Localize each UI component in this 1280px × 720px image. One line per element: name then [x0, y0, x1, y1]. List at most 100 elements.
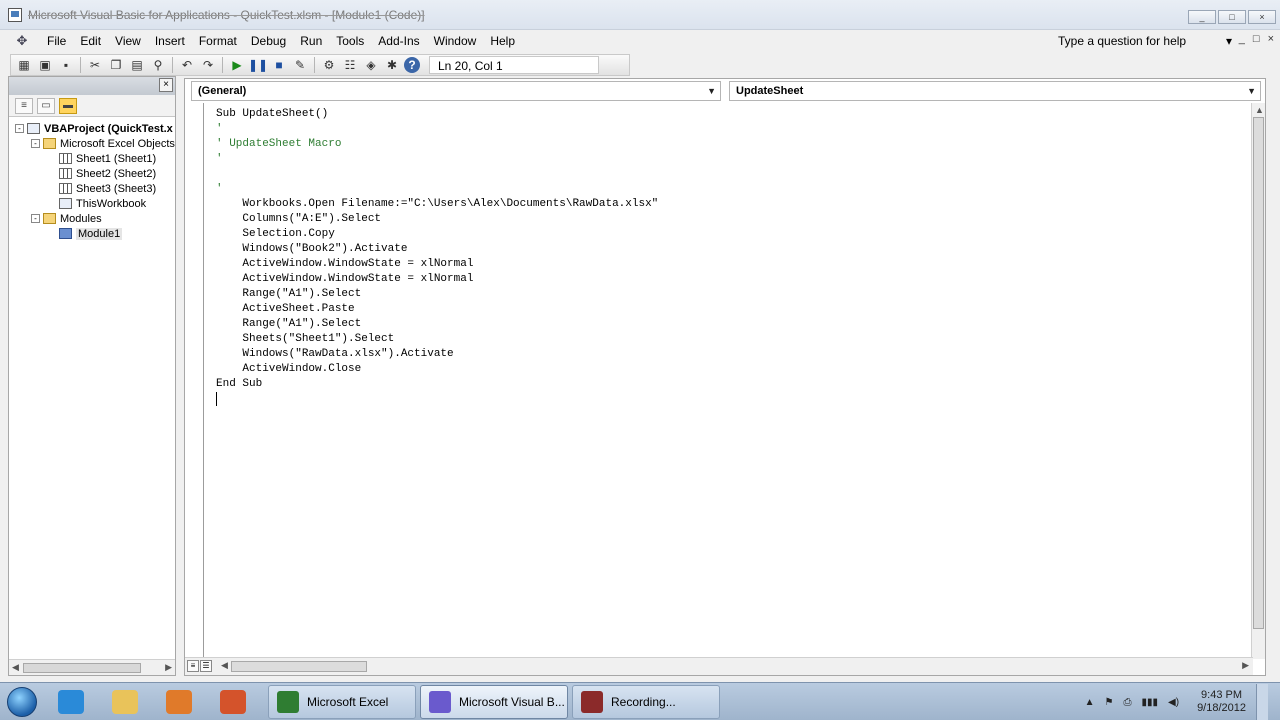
vba-menu-icon[interactable]: ✥ — [12, 33, 32, 49]
scroll-right-icon[interactable]: ▶ — [1242, 660, 1249, 671]
clock[interactable]: 9:43 PM 9/18/2012 — [1197, 689, 1246, 715]
toggle-folders-icon[interactable]: ▬ — [59, 97, 77, 114]
code-line[interactable]: End Sub — [216, 377, 1253, 392]
tree-node[interactable]: ThisWorkbook — [9, 196, 175, 211]
code-line[interactable]: Sheets("Sheet1").Select — [216, 332, 1253, 347]
full-module-view-icon[interactable]: ☰ — [200, 660, 212, 672]
chevron-down-icon[interactable]: ▾ — [1226, 34, 1232, 48]
menu-debug[interactable]: Debug — [244, 34, 293, 48]
pinned-app[interactable] — [44, 685, 98, 719]
scroll-left-icon[interactable]: ◀ — [221, 660, 228, 671]
code-line[interactable]: ActiveWindow.Close — [216, 362, 1253, 377]
taskbar-task[interactable]: Recording... — [572, 684, 720, 719]
show-hidden-icons-icon[interactable]: ▲ — [1085, 697, 1095, 708]
code-comment-line[interactable]: ' — [216, 122, 1253, 137]
volume-icon[interactable]: ◀) — [1168, 697, 1179, 708]
collapse-icon[interactable]: - — [15, 124, 24, 133]
view-object-icon[interactable]: ▭ — [37, 97, 55, 114]
doc-close-button[interactable]: × — [1268, 33, 1274, 45]
vba-app-icon[interactable] — [8, 7, 22, 22]
break-icon[interactable]: ❚❚ — [248, 56, 268, 74]
scroll-left-icon[interactable]: ◀ — [12, 662, 19, 673]
collapse-icon[interactable]: - — [31, 139, 40, 148]
code-vertical-scrollbar[interactable]: ▲ — [1251, 103, 1265, 659]
code-line[interactable]: Range("A1").Select — [216, 287, 1253, 302]
code-line[interactable]: ActiveWindow.WindowState = xlNormal — [216, 257, 1253, 272]
tree-node[interactable]: Sheet2 (Sheet2) — [9, 166, 175, 181]
code-line[interactable]: Workbooks.Open Filename:="C:\Users\Alex\… — [216, 197, 1253, 212]
menu-add-ins[interactable]: Add-Ins — [371, 34, 426, 48]
start-button[interactable] — [0, 684, 44, 720]
maximize-button[interactable]: □ — [1218, 10, 1246, 24]
code-line[interactable]: Columns("A:E").Select — [216, 212, 1253, 227]
menu-edit[interactable]: Edit — [73, 34, 108, 48]
close-button[interactable]: × — [1248, 10, 1276, 24]
code-line[interactable]: Windows("Book2").Activate — [216, 242, 1253, 257]
code-comment-line[interactable]: ' — [216, 182, 1253, 197]
menu-file[interactable]: File — [40, 34, 73, 48]
minimize-button[interactable]: _ — [1188, 10, 1216, 24]
device-icon[interactable]: ⎙ — [1124, 697, 1132, 708]
cut-icon[interactable]: ✂ — [86, 56, 104, 74]
procedure-view-icon[interactable]: ≡ — [187, 660, 199, 672]
menu-window[interactable]: Window — [427, 34, 484, 48]
tree-node[interactable]: - Microsoft Excel Objects — [9, 136, 175, 151]
menu-help[interactable]: Help — [483, 34, 522, 48]
run-icon[interactable]: ▶ — [228, 56, 246, 74]
tree-node[interactable]: - VBAProject (QuickTest.x — [9, 121, 175, 136]
menu-tools[interactable]: Tools — [329, 34, 371, 48]
copy-icon[interactable]: ❐ — [107, 56, 125, 74]
code-line[interactable]: ActiveSheet.Paste — [216, 302, 1253, 317]
object-dropdown[interactable]: (General) ▼ — [191, 81, 721, 101]
taskbar-task[interactable]: Microsoft Visual B... — [420, 684, 568, 719]
find-icon[interactable]: ⚲ — [149, 56, 167, 74]
scrollbar-thumb[interactable] — [1253, 117, 1264, 629]
view-code-icon[interactable]: ≡ — [15, 97, 33, 114]
help-search-box[interactable]: Type a question for help ▾ — [1052, 32, 1232, 50]
doc-restore-button[interactable]: □ — [1253, 33, 1260, 45]
code-horizontal-scrollbar[interactable]: ≡ ☰ ◀ ▶ — [185, 657, 1253, 675]
code-comment-line[interactable]: ' — [216, 152, 1253, 167]
code-line[interactable]: ActiveWindow.WindowState = xlNormal — [216, 272, 1253, 287]
view-excel-icon[interactable]: ▦ — [15, 56, 33, 74]
menu-run[interactable]: Run — [293, 34, 329, 48]
taskbar-task[interactable]: Microsoft Excel — [268, 684, 416, 719]
undo-icon[interactable]: ↶ — [178, 56, 196, 74]
tree-node[interactable]: Sheet1 (Sheet1) — [9, 151, 175, 166]
scroll-right-icon[interactable]: ▶ — [165, 662, 172, 673]
doc-minimize-button[interactable]: _ — [1239, 33, 1245, 45]
redo-icon[interactable]: ↷ — [199, 56, 217, 74]
menu-format[interactable]: Format — [192, 34, 244, 48]
code-line-caret[interactable] — [216, 392, 1253, 407]
insert-module-icon[interactable]: ▣ — [36, 56, 54, 74]
code-line[interactable]: Sub UpdateSheet() — [216, 107, 1253, 122]
menu-view[interactable]: View — [108, 34, 148, 48]
collapse-icon[interactable]: - — [31, 214, 40, 223]
procedure-dropdown[interactable]: UpdateSheet ▼ — [729, 81, 1261, 101]
design-mode-icon[interactable]: ✎ — [291, 56, 309, 74]
show-desktop-button[interactable] — [1256, 684, 1268, 720]
object-browser-icon[interactable]: ◈ — [362, 56, 380, 74]
pinned-app[interactable] — [98, 685, 152, 719]
chevron-down-icon[interactable]: ▼ — [1247, 82, 1256, 100]
properties-icon[interactable]: ☷ — [341, 56, 359, 74]
code-line[interactable]: Range("A1").Select — [216, 317, 1253, 332]
code-line[interactable] — [216, 167, 1253, 182]
code-editor[interactable]: Sub UpdateSheet() ' ' UpdateSheet Macro ' ' … — [203, 103, 1253, 659]
project-explorer-icon[interactable]: ⚙ — [320, 56, 338, 74]
tree-node[interactable]: - Modules — [9, 211, 175, 226]
scrollbar-thumb[interactable] — [23, 663, 141, 673]
paste-icon[interactable]: ▤ — [128, 56, 146, 74]
scroll-up-icon[interactable]: ▲ — [1255, 105, 1264, 115]
network-icon[interactable]: ▮▮▮ — [1142, 697, 1159, 708]
reset-icon[interactable]: ■ — [270, 56, 288, 74]
code-line[interactable]: Windows("RawData.xlsx").Activate — [216, 347, 1253, 362]
menu-insert[interactable]: Insert — [148, 34, 192, 48]
help-icon[interactable]: ? — [404, 57, 420, 73]
close-icon[interactable]: × — [159, 78, 173, 92]
code-comment-line[interactable]: ' UpdateSheet Macro — [216, 137, 1253, 152]
project-horizontal-scrollbar[interactable]: ◀ ▶ — [9, 659, 175, 675]
code-line[interactable]: Selection.Copy — [216, 227, 1253, 242]
tree-node[interactable]: Sheet3 (Sheet3) — [9, 181, 175, 196]
action-center-icon[interactable]: ⚑ — [1105, 697, 1114, 708]
